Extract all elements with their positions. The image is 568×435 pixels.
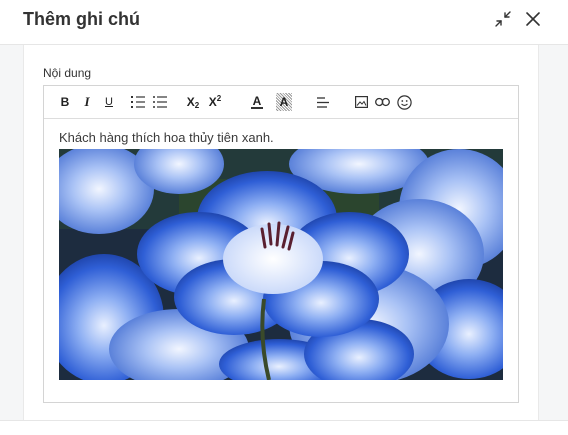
collapse-arrows-icon[interactable] (492, 8, 514, 30)
subscript-icon[interactable]: X2 (186, 93, 200, 111)
bullet-list-icon[interactable] (153, 93, 167, 111)
highlight-icon[interactable]: A (276, 93, 292, 111)
note-text: Khách hàng thích hoa thủy tiên xanh. (59, 130, 274, 145)
content-label: Nội dung (43, 66, 92, 80)
image-icon[interactable] (354, 93, 368, 111)
add-note-dialog: Thêm ghi chú Nội dung B I U X 2 X 2 A A … (0, 0, 568, 435)
italic-icon[interactable]: I (80, 93, 94, 111)
ordered-list-icon[interactable] (131, 93, 145, 111)
bold-icon[interactable]: B (58, 93, 72, 111)
dialog-footer (0, 421, 568, 435)
underline-icon[interactable]: U (102, 93, 116, 111)
dialog-header: Thêm ghi chú (0, 0, 568, 45)
close-icon[interactable] (522, 8, 544, 30)
editor-toolbar: B I U X2 X2 A A (44, 86, 518, 119)
link-icon[interactable] (375, 93, 390, 111)
blue-flowers-photo (59, 149, 503, 380)
superscript-icon[interactable]: X2 (208, 93, 222, 111)
dialog-title: Thêm ghi chú (23, 9, 140, 29)
rich-text-editor[interactable]: B I U X2 X2 A A Khách hàng thích hoa thủ… (43, 85, 519, 403)
emoji-icon[interactable] (397, 93, 412, 111)
align-left-icon[interactable] (316, 93, 330, 111)
font-color-icon[interactable]: A (250, 93, 264, 111)
